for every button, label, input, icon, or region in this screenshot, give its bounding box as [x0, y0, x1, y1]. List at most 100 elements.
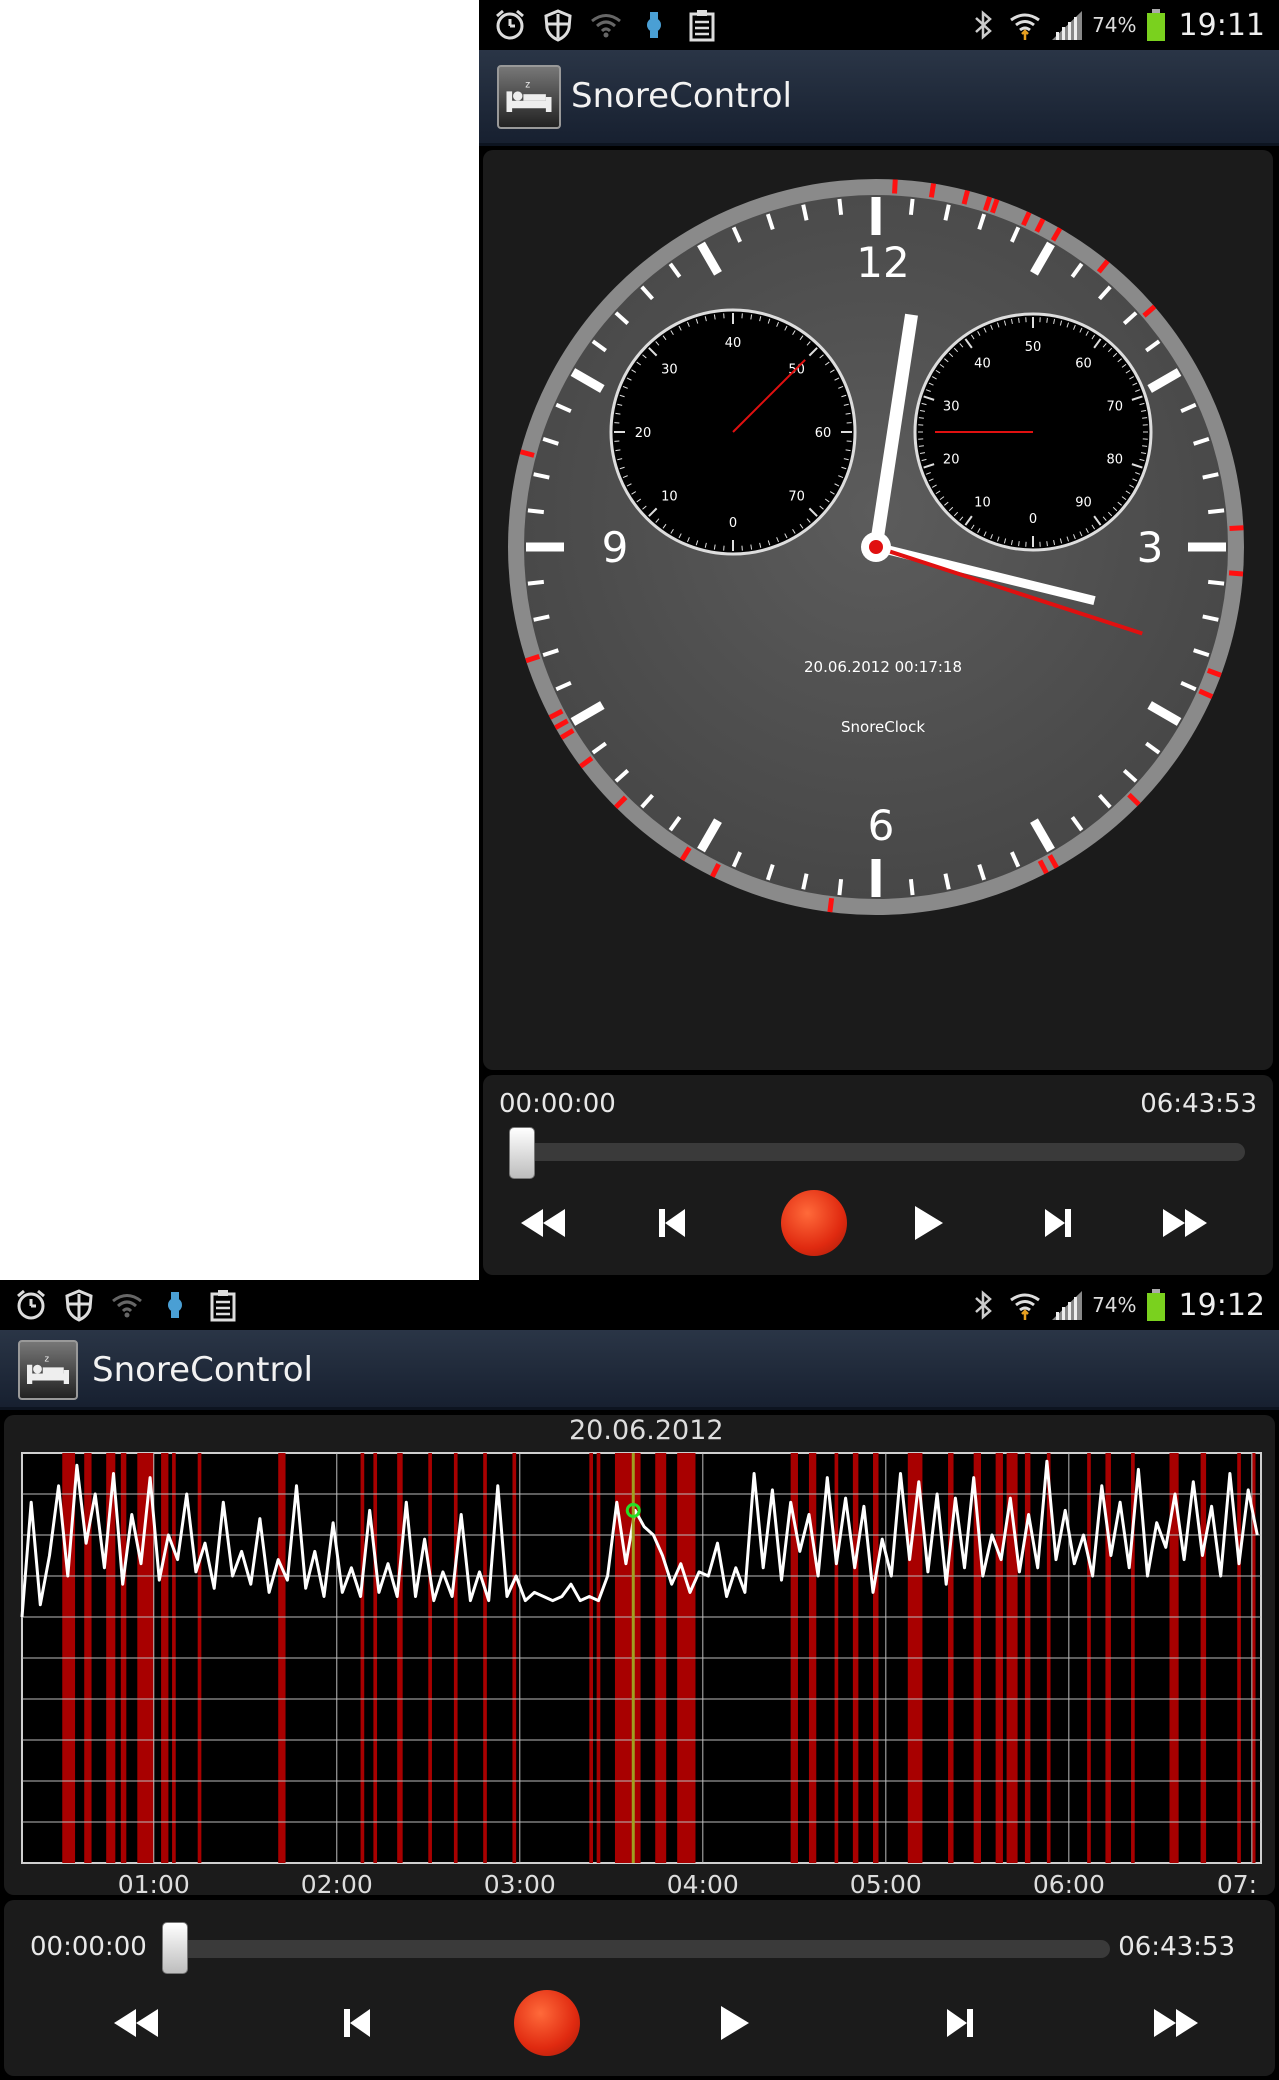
app-title: SnoreControl [92, 1350, 313, 1390]
skip-previous-button[interactable] [632, 1188, 712, 1258]
svg-text:z: z [525, 80, 530, 91]
alarm-icon [17, 1289, 45, 1320]
screenshot-graph-view: 74% 19:12 z SnoreControl 20.06.2012 01:0… [0, 1280, 1279, 2080]
subdial-tick [1018, 317, 1020, 323]
clipboard-icon [689, 10, 715, 42]
skip-next-icon [1045, 1209, 1071, 1237]
snore-mark [1229, 525, 1244, 531]
subdial-label: 30 [661, 362, 678, 377]
fast-rewind-button[interactable] [96, 1988, 176, 2058]
subdial-label: 40 [725, 336, 742, 351]
end-time: 06:43:53 [1140, 1089, 1257, 1119]
wifi-icon [1010, 1293, 1040, 1320]
snore-chart: 01:00 02:00 03:00 04:00 05:00 06:00 07: [20, 1452, 1262, 1895]
play-icon [721, 2006, 749, 2040]
end-time: 06:43:53 [1118, 1932, 1235, 1962]
x-tick-label: 05:00 [850, 1870, 922, 1895]
clock-tick [908, 198, 915, 216]
shield-icon [65, 1289, 93, 1322]
battery-percent: 74% [1092, 13, 1137, 37]
play-button[interactable] [694, 1988, 774, 2058]
x-tick-label: 07: [1217, 1870, 1257, 1895]
seek-track[interactable] [162, 1940, 1110, 1958]
snore-mark [827, 897, 835, 913]
app-title: SnoreControl [571, 76, 792, 116]
action-bar: z SnoreControl [0, 1330, 1279, 1410]
snore-mark [519, 449, 535, 458]
numeral-6: 6 [868, 801, 895, 850]
wifi-icon [1010, 13, 1040, 40]
subdial-label: 60 [815, 426, 832, 441]
app-bed-icon[interactable]: z [18, 1340, 78, 1400]
subdial-tick [1046, 317, 1048, 323]
subdial-label: 0 [1029, 512, 1037, 527]
status-bar: 74% 19:11 [479, 0, 1279, 50]
skip-next-button[interactable] [1018, 1188, 1098, 1258]
snore-clock: 010203040506070 0102030405060708090 12 3… [508, 179, 1244, 915]
subdial-label: 0 [729, 516, 737, 531]
watch-icon [647, 12, 661, 38]
screenshot-clock-view: 74% 19:11 z SnoreControl 0 10 20 30 40 50 60 7 [479, 0, 1279, 1280]
seek-thumb[interactable] [509, 1127, 535, 1179]
skip-next-button[interactable] [920, 1988, 1000, 2058]
clock-tick [1207, 508, 1225, 515]
play-button[interactable] [888, 1188, 968, 1258]
start-time: 00:00:00 [499, 1089, 616, 1119]
play-icon [915, 1206, 943, 1240]
skip-previous-button[interactable] [317, 1988, 397, 2058]
action-bar: z SnoreControl [479, 50, 1279, 146]
watch-icon [168, 1292, 182, 1318]
status-time: 19:12 [1178, 1287, 1265, 1323]
subdial-label: 70 [1107, 399, 1124, 414]
wifi-off-icon [112, 1294, 142, 1318]
numeral-3: 3 [1137, 523, 1164, 572]
skip-previous-icon [659, 1209, 685, 1237]
fast-forward-button[interactable] [1136, 1988, 1216, 2058]
shield-icon [544, 9, 572, 42]
subdial-tick [1046, 541, 1048, 547]
player-panel-top: 00:00:00 06:43:53 [483, 1075, 1273, 1275]
subdial-label: 60 [1075, 356, 1092, 371]
status-bar: 74% 19:12 [0, 1280, 1279, 1330]
record-button[interactable] [514, 1990, 580, 2056]
subdial-label: 40 [974, 356, 991, 371]
clock-datetime: 20.06.2012 00:17:18 [804, 658, 962, 676]
x-tick-label: 02:00 [301, 1870, 373, 1895]
clock-tick [908, 878, 915, 896]
player-panel-bottom: 00:00:00 06:43:53 [4, 1900, 1275, 2076]
fast-forward-icon [1154, 2009, 1198, 2037]
app-bed-icon[interactable]: z [497, 65, 561, 129]
fast-forward-button[interactable] [1145, 1188, 1225, 1258]
subdial-tick [918, 417, 924, 419]
alarm-icon [496, 9, 524, 40]
battery-icon [1146, 9, 1165, 41]
snore-mark [892, 179, 898, 194]
skip-previous-icon [344, 2009, 370, 2037]
bluetooth-icon [975, 1290, 992, 1320]
battery-icon [1146, 1289, 1165, 1321]
subdial-label: 50 [1025, 340, 1042, 355]
clock-tick [837, 878, 844, 896]
seek-thumb[interactable] [162, 1922, 188, 1974]
status-time: 19:11 [1178, 7, 1265, 43]
subdial-tick [1018, 541, 1020, 547]
right-subdial: 0 10 20 30 40 50 60 70 80 90 [913, 312, 1153, 552]
clock-panel: 0 10 20 30 40 50 60 70 0 10 20 30 40 50 60 70 80 90 12 3… [483, 150, 1273, 1070]
subdial-tick [918, 445, 924, 447]
subdial-label: 10 [661, 490, 678, 505]
fast-rewind-button[interactable] [503, 1188, 583, 1258]
clipboard-icon [210, 1290, 236, 1322]
signal-icon [1052, 11, 1083, 40]
clock-tick [837, 198, 844, 216]
subdial-label: 80 [1107, 453, 1124, 468]
record-button[interactable] [781, 1190, 847, 1256]
battery-percent: 74% [1092, 1293, 1137, 1317]
numeral-12: 12 [856, 238, 909, 287]
fast-rewind-icon [114, 2009, 158, 2037]
snore-mark [1228, 570, 1244, 577]
snore-mark [928, 183, 937, 198]
clock-label: SnoreClock [841, 718, 925, 736]
x-tick-label: 04:00 [667, 1870, 739, 1895]
seek-track[interactable] [509, 1143, 1245, 1161]
fast-forward-icon [1163, 1209, 1207, 1237]
